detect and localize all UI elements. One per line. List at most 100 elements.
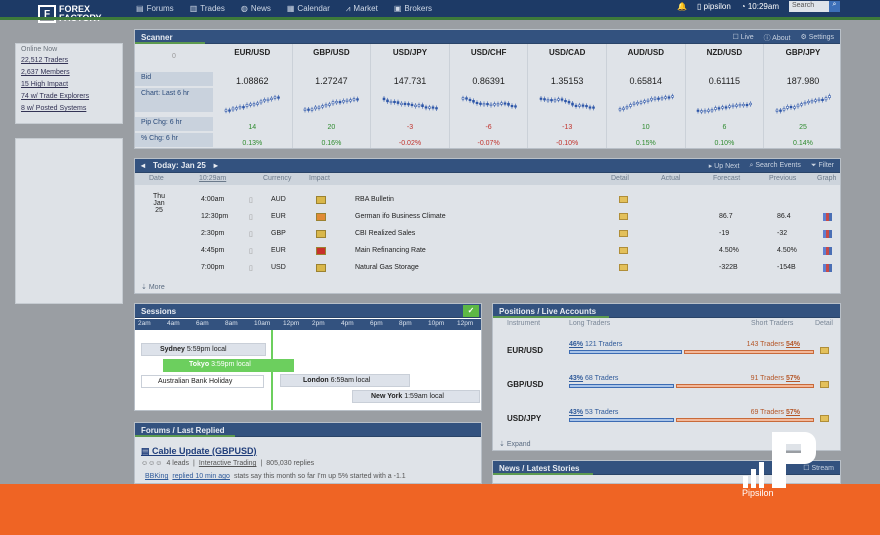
category-link[interactable]: Interactive Trading <box>199 460 257 467</box>
impact-icon[interactable] <box>316 246 326 255</box>
nav-calendar[interactable]: ▦ Calendar <box>279 0 338 17</box>
mini-candle-chart <box>224 94 281 114</box>
detail-folder-icon[interactable] <box>619 230 628 237</box>
row-label-chart: Chart: Last 6 hr <box>135 88 213 112</box>
graph-icon[interactable] <box>823 263 832 272</box>
expand-link[interactable]: ⇣ Expand <box>499 440 531 448</box>
long-traders: 43% 53 Traders <box>569 409 619 416</box>
trades-icon: ▥ <box>189 4 198 13</box>
event-name[interactable]: CBI Realized Sales <box>355 230 415 237</box>
nav-news[interactable]: ◍ News <box>233 0 279 17</box>
detail-folder-icon[interactable] <box>820 381 829 388</box>
alarm-icon[interactable]: ▯ <box>249 196 253 204</box>
user-menu[interactable]: ▯ pipsilon <box>697 2 731 11</box>
pair-name[interactable]: GBP/USD <box>293 44 371 62</box>
sessions-checkbox[interactable]: ✓ <box>463 305 479 317</box>
more-link[interactable]: ⇣ More <box>141 283 165 291</box>
search-button[interactable]: ⌕ <box>829 1 840 12</box>
pair-name[interactable]: GBP/JPY <box>764 44 840 62</box>
prev-day-button[interactable]: ◂ <box>141 161 145 170</box>
online-link-trade-explorers[interactable]: 74 w/ Trade Explorers <box>16 91 122 103</box>
calendar-event-row[interactable]: 7:00pm ▯ USD Natural Gas Storage -322B -154B <box>135 260 840 275</box>
reply-user-link[interactable]: BBKing <box>145 473 168 480</box>
position-row[interactable]: EUR/USD 46% 121 Traders 143 Traders 54% <box>493 341 840 369</box>
graph-icon[interactable] <box>823 212 832 221</box>
online-link-members[interactable]: 2,637 Members <box>16 67 122 79</box>
event-name[interactable]: RBA Bulletin <box>355 196 394 203</box>
short-traders: 69 Traders 57% <box>750 409 800 416</box>
nav-trades[interactable]: ▥ Trades <box>182 0 233 17</box>
forex-factory-logo[interactable]: F FOREXFACTORY <box>38 3 102 25</box>
search-events-link[interactable]: ⌕ Search Events <box>749 162 800 170</box>
nav-forums[interactable]: ▤ Forums <box>128 0 182 17</box>
event-time: 2:30pm <box>201 230 225 237</box>
detail-folder-icon[interactable] <box>820 415 829 422</box>
alarm-icon[interactable]: ▯ <box>249 230 253 238</box>
nav-market[interactable]: ⩘ Market <box>338 0 386 17</box>
col-time[interactable]: 10:29am <box>199 175 226 182</box>
calendar-panel: ◂ Today: Jan 25 ▸ ▸ Up Next ⌕ Search Eve… <box>134 158 841 294</box>
pipsilon-watermark: Pipsilon <box>737 431 827 501</box>
thread-link[interactable]: ▤ Cable Update (GBPUSD) <box>141 446 257 457</box>
alarm-icon[interactable]: ▯ <box>249 213 253 221</box>
online-link-high-impact[interactable]: 15 High Impact <box>16 79 122 91</box>
alarm-icon[interactable]: ▯ <box>249 247 253 255</box>
pair-bid: 1.08862 <box>236 76 269 86</box>
forums-header: Forums / Last Replied <box>135 423 481 437</box>
event-currency: EUR <box>271 247 286 254</box>
search-input[interactable]: Search <box>789 1 829 12</box>
session-new-york: New York 1:59am local <box>352 390 480 403</box>
online-now-panel: Online Now 22,512 Traders 2,637 Members … <box>15 43 123 124</box>
pair-name[interactable]: EUR/USD <box>213 44 292 62</box>
hour-label: 4am <box>167 320 180 327</box>
live-toggle[interactable]: ☐ Live <box>733 33 754 43</box>
detail-folder-icon[interactable] <box>619 247 628 254</box>
graph-icon[interactable] <box>823 229 832 238</box>
impact-icon[interactable] <box>316 263 326 272</box>
percent-change: -0.02% <box>398 140 422 147</box>
pair-name[interactable]: USD/CHF <box>450 44 528 62</box>
event-name[interactable]: Natural Gas Storage <box>355 264 419 271</box>
scanner-column: USD/CAD 1.35153 -13 -0.10% <box>527 44 606 148</box>
globe-icon: ◍ <box>240 4 248 13</box>
settings-link[interactable]: ⚙ Settings <box>800 33 834 43</box>
document-icon: ▤ <box>141 446 153 456</box>
online-link-traders[interactable]: 22,512 Traders <box>16 55 122 67</box>
event-name[interactable]: German ifo Business Climate <box>355 213 446 220</box>
logo-icon: F <box>38 5 56 23</box>
detail-folder-icon[interactable] <box>619 213 628 220</box>
event-forecast: -322B <box>719 264 738 271</box>
filter-link[interactable]: ⏷ Filter <box>811 162 834 170</box>
detail-folder-icon[interactable] <box>820 347 829 354</box>
event-time: 7:00pm <box>201 264 225 271</box>
pair-name[interactable]: USD/JPY <box>371 44 449 62</box>
detail-folder-icon[interactable] <box>619 264 628 271</box>
impact-icon[interactable] <box>316 212 326 221</box>
impact-icon[interactable] <box>316 195 326 204</box>
online-link-posted-systems[interactable]: 8 w/ Posted Systems <box>16 103 122 115</box>
nav-brokers[interactable]: ▣ Brokers <box>386 0 440 17</box>
search-icon: ⌕ <box>749 162 754 169</box>
bell-icon[interactable]: 🔔 <box>677 2 687 11</box>
position-pair: EUR/USD <box>507 346 544 355</box>
next-day-button[interactable]: ▸ <box>214 161 218 170</box>
calendar-event-row[interactable]: 12:30pm ▯ EUR German ifo Business Climate 86… <box>135 209 840 224</box>
event-name[interactable]: Main Refinancing Rate <box>355 247 426 254</box>
calendar-today-label[interactable]: Today: Jan 25 <box>153 161 206 170</box>
col-date: Date <box>149 175 164 182</box>
alarm-icon[interactable]: ▯ <box>249 264 253 272</box>
pair-name[interactable]: NZD/USD <box>686 44 764 62</box>
detail-folder-icon[interactable] <box>619 196 628 203</box>
impact-icon[interactable] <box>316 229 326 238</box>
pair-name[interactable]: USD/CAD <box>528 44 606 62</box>
up-next-link[interactable]: ▸ Up Next <box>709 162 740 170</box>
pair-name[interactable]: AUD/USD <box>607 44 685 62</box>
calendar-event-row[interactable]: 4:45pm ▯ EUR Main Refinancing Rate 4.50% 4.50… <box>135 243 840 258</box>
calendar-event-row[interactable]: 4:00am ▯ AUD RBA Bulletin <box>135 192 840 207</box>
about-link[interactable]: ⓘ About <box>764 33 791 43</box>
graph-icon[interactable] <box>823 246 832 255</box>
calendar-event-row[interactable]: 2:30pm ▯ GBP CBI Realized Sales -19 -32 <box>135 226 840 241</box>
position-row[interactable]: GBP/USD 43% 68 Traders 91 Traders 57% <box>493 375 840 403</box>
reply-time-link[interactable]: replied 10 min ago <box>172 473 230 480</box>
positions-column-headers: Instrument Long Traders Short Traders De… <box>507 320 833 327</box>
